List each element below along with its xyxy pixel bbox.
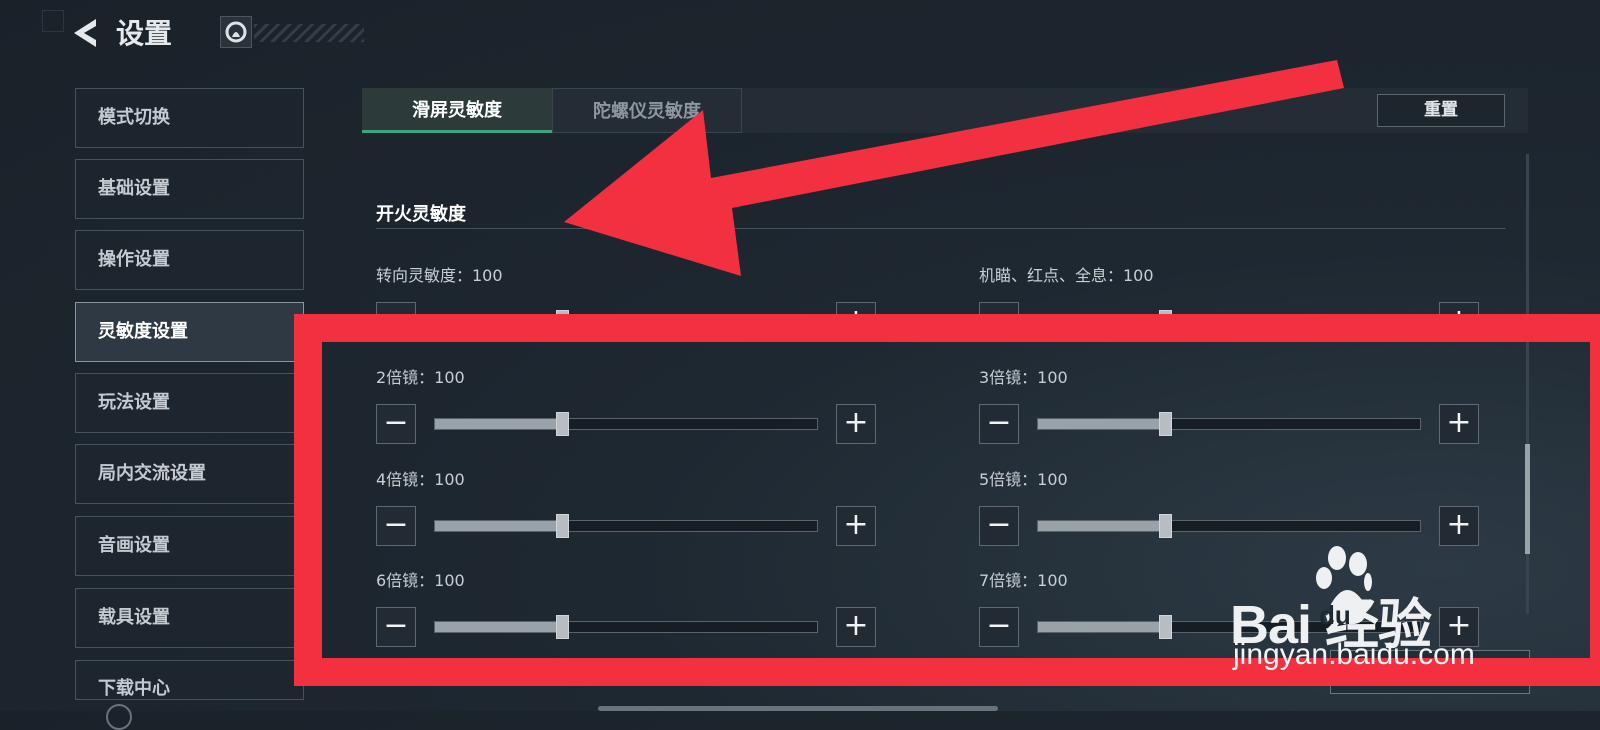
slider-label: 7倍镜：100: [979, 571, 1068, 590]
slider-label: 5倍镜：100: [979, 470, 1068, 489]
slider-thumb[interactable]: [556, 514, 570, 538]
watermark-url: jingyan.baidu.com: [1233, 638, 1475, 671]
reset-button[interactable]: 重置: [1377, 94, 1505, 127]
slider-thumb[interactable]: [1159, 310, 1173, 334]
sidebar-item-chat-settings[interactable]: 局内交流设置: [75, 444, 304, 504]
decrease-button[interactable]: −: [979, 302, 1019, 342]
decrease-button[interactable]: −: [376, 302, 416, 342]
increase-button[interactable]: +: [836, 607, 876, 647]
sidebar-item-gameplay-settings[interactable]: 玩法设置: [75, 373, 304, 433]
sensitivity-slider[interactable]: [434, 412, 818, 436]
header-decoration: [254, 24, 364, 42]
increase-button[interactable]: +: [836, 302, 876, 342]
slider-thumb[interactable]: [1159, 412, 1173, 436]
sensitivity-slider[interactable]: [1037, 310, 1421, 334]
slider-label: 6倍镜：100: [376, 571, 465, 590]
back-icon[interactable]: [70, 16, 100, 50]
slider-label: 转向灵敏度：100: [376, 266, 503, 285]
sidebar-item-mode-switch[interactable]: 模式切换: [75, 88, 304, 148]
avatar-icon: [225, 21, 247, 43]
slider-thumb[interactable]: [1159, 514, 1173, 538]
slider-thumb[interactable]: [556, 615, 570, 639]
decrease-button[interactable]: −: [979, 607, 1019, 647]
decrease-button[interactable]: −: [979, 506, 1019, 546]
tab-swipe-sensitivity[interactable]: 滑屏灵敏度: [362, 88, 552, 133]
increase-button[interactable]: +: [1439, 302, 1479, 342]
sensitivity-slider[interactable]: [1037, 412, 1421, 436]
section-title: 开火灵敏度: [376, 204, 466, 225]
tab-bar: 滑屏灵敏度 陀螺仪灵敏度: [362, 88, 1528, 133]
scrollbar-thumb[interactable]: [1525, 444, 1530, 554]
slider-label: 4倍镜：100: [376, 470, 465, 489]
sensitivity-slider[interactable]: [434, 514, 818, 538]
tab-gyro-sensitivity[interactable]: 陀螺仪灵敏度: [552, 88, 742, 133]
sensitivity-slider[interactable]: [1037, 514, 1421, 538]
decrease-button[interactable]: −: [979, 404, 1019, 444]
decrease-button[interactable]: −: [376, 404, 416, 444]
avatar[interactable]: [220, 16, 252, 48]
slider-fill: [435, 622, 563, 632]
slider-thumb[interactable]: [556, 412, 570, 436]
slider-fill: [1038, 317, 1166, 327]
slider-label: 2倍镜：100: [376, 368, 465, 387]
decrease-button[interactable]: −: [376, 506, 416, 546]
corner-marker: [42, 10, 64, 32]
slider-fill: [435, 419, 563, 429]
sensitivity-slider[interactable]: [434, 615, 818, 639]
home-indicator: [598, 706, 998, 711]
watermark-logo-text: du: [1319, 600, 1351, 630]
section-divider: [376, 228, 1506, 229]
slider-thumb[interactable]: [1159, 615, 1173, 639]
page-title: 设置: [116, 17, 173, 50]
slider-fill: [435, 317, 563, 327]
slider-thumb[interactable]: [556, 310, 570, 334]
sidebar-item-sensitivity-settings[interactable]: 灵敏度设置: [75, 302, 304, 362]
slider-label: 3倍镜：100: [979, 368, 1068, 387]
increase-button[interactable]: +: [1439, 404, 1479, 444]
sidebar-item-audio-video-settings[interactable]: 音画设置: [75, 516, 304, 576]
increase-button[interactable]: +: [836, 404, 876, 444]
decrease-button[interactable]: −: [376, 607, 416, 647]
sidebar-item-vehicle-settings[interactable]: 载具设置: [75, 588, 304, 648]
sensitivity-slider[interactable]: [434, 310, 818, 334]
slider-fill: [1038, 419, 1166, 429]
slider-fill: [1038, 521, 1166, 531]
sidebar-item-control-settings[interactable]: 操作设置: [75, 230, 304, 290]
slider-fill: [1038, 622, 1166, 632]
slider-label: 机瞄、红点、全息：100: [979, 266, 1154, 285]
increase-button[interactable]: +: [836, 506, 876, 546]
sidebar-item-download-center[interactable]: 下载中心: [75, 660, 304, 700]
increase-button[interactable]: +: [1439, 506, 1479, 546]
bottom-circle-icon: [106, 704, 132, 730]
slider-fill: [435, 521, 563, 531]
sidebar-item-basic-settings[interactable]: 基础设置: [75, 159, 304, 219]
